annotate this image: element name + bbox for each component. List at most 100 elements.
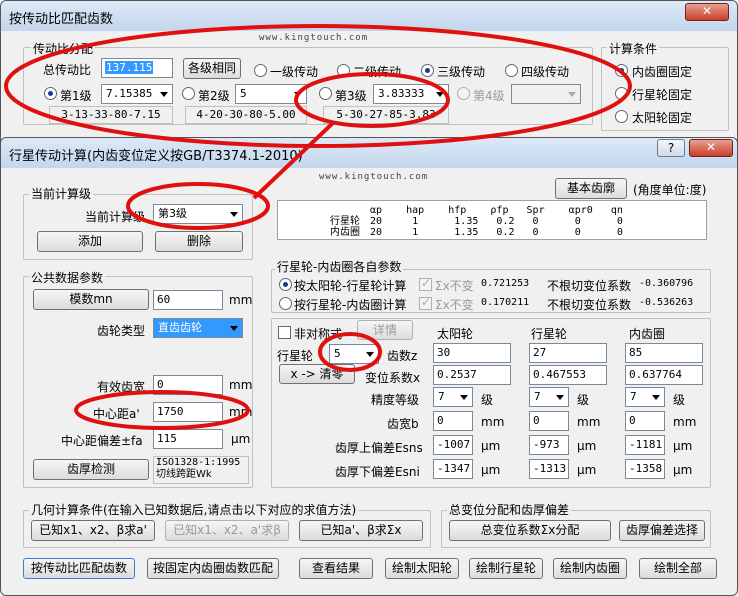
stage1-label: 第1级 xyxy=(60,89,92,103)
ratio-match-title: 按传动比匹配齿数 xyxy=(9,12,114,27)
help-icon[interactable]: ? xyxy=(657,139,685,157)
radio-stage-2[interactable] xyxy=(337,64,350,77)
sun-fixed-radio[interactable] xyxy=(615,110,628,123)
stage1-radio[interactable] xyxy=(44,87,57,100)
radio-stage-4[interactable] xyxy=(505,64,518,77)
match-by-ring-button[interactable]: 按固定内齿圈齿数匹配 xyxy=(147,558,279,579)
sun-esni-input[interactable]: -1347 xyxy=(433,459,473,479)
basic-rack-button[interactable]: 基本齿廓 xyxy=(555,178,627,199)
stage2-radio[interactable] xyxy=(182,87,195,100)
draw-all-button[interactable]: 绘制全部 xyxy=(639,558,717,579)
rack-param-row-values: 20 1 1.35 0.2 0 0 0 xyxy=(370,216,623,227)
sun-esns-unit: μm xyxy=(481,439,501,453)
ring-shift-input[interactable]: 0.637764 xyxy=(625,365,703,385)
stage2-teeth-combo: 4-20-30-80-5.00 xyxy=(185,106,307,124)
stage4-label: 第4级 xyxy=(473,89,505,103)
face-width-unit: mm xyxy=(229,378,253,392)
ring-esns-input[interactable]: -1181 xyxy=(625,435,665,455)
shift-opt1-label: 按太阳轮-行星轮计算 xyxy=(294,279,407,293)
shift-opt1-radio[interactable] xyxy=(279,278,292,291)
total-ratio-input[interactable]: 137.115 xyxy=(101,58,173,78)
planet-face-unit: mm xyxy=(577,415,601,429)
planet-esns-input[interactable]: -973 xyxy=(529,435,569,455)
stage1-ratio-combo[interactable]: 7.15385 xyxy=(101,84,173,104)
shift-group-title: 行星轮-内齿圈各自参数 xyxy=(275,258,404,275)
planetary-calc-window: 行星传动计算(内齿变位定义按GB/T3374.1-2010) ? ✕ www.k… xyxy=(0,137,738,596)
undercut1-label: 不根切变位系数 xyxy=(547,279,632,293)
ring-esns-unit: μm xyxy=(673,439,693,453)
total-shift-button[interactable]: 总变位系数Σx分配 xyxy=(449,520,611,541)
ring-esni-unit: μm xyxy=(673,463,693,477)
planet-shift-input[interactable]: 0.467553 xyxy=(529,365,607,385)
stage2-ratio-combo[interactable]: 5 xyxy=(235,84,307,104)
sun-esns-input[interactable]: -1007 xyxy=(433,435,473,455)
sun-grade-combo[interactable]: 7 xyxy=(433,387,473,407)
planet-esni-unit: μm xyxy=(577,463,597,477)
calc-condition-title: 计算条件 xyxy=(607,40,660,57)
asymmetric-checkbox[interactable] xyxy=(278,326,291,339)
asymmetric-label: 非对称式 xyxy=(294,327,343,341)
stage1-teeth-combo: 3-13-33-80-7.15 xyxy=(49,106,173,124)
current-stage-combo[interactable]: 第3级 xyxy=(153,204,243,224)
rack-param-table: αp hap hfp ρfp Spr αpr0 qn 行星轮 20 1 1.35… xyxy=(277,200,707,240)
sun-shift-input[interactable]: 0.2537 xyxy=(433,365,511,385)
sun-grade-unit: 级 xyxy=(481,393,494,407)
draw-ring-button[interactable]: 绘制内齿圈 xyxy=(553,558,627,579)
shift-coef-label: 变位系数x xyxy=(365,371,421,385)
face-width-input[interactable]: 0 xyxy=(153,375,223,395)
stage4-ratio-combo xyxy=(511,84,581,104)
sun-teeth-input[interactable]: 30 xyxy=(433,343,511,363)
gear-type-combo[interactable]: 直齿齿轮 xyxy=(153,318,243,338)
current-stage-group-title: 当前计算级 xyxy=(29,185,94,202)
planet-grade-combo[interactable]: 7 xyxy=(529,387,569,407)
close-icon[interactable]: ✕ xyxy=(685,3,729,21)
shift-opt2-label: 按行星轮-内齿圈计算 xyxy=(294,298,407,312)
module-button[interactable]: 模数mn xyxy=(33,289,149,310)
planet-count-label: 行星轮 xyxy=(277,349,314,363)
angle-unit: (角度单位:度) xyxy=(633,183,707,197)
stage3-label: 第3级 xyxy=(335,89,367,103)
ring-grade-combo[interactable]: 7 xyxy=(625,387,665,407)
planet-count-combo[interactable]: 5 xyxy=(329,344,379,364)
geo-solve-a-button[interactable]: 已知x1、x2、β求a' xyxy=(31,520,155,541)
view-results-button[interactable]: 查看结果 xyxy=(299,558,373,579)
cd-tolerance-input[interactable]: 115 xyxy=(153,429,223,449)
sun-face-input[interactable]: 0 xyxy=(433,411,473,431)
center-distance-input[interactable]: 1750 xyxy=(153,402,223,422)
teeth-label: 齿数z xyxy=(387,349,418,363)
module-input[interactable]: 60 xyxy=(153,290,223,310)
clear-x-button[interactable]: x -> 清零 xyxy=(279,364,355,384)
col-sun: 太阳轮 xyxy=(437,327,474,341)
geometry-group-title: 几何计算条件(在输入已知数据后,请点击以下对应的求值方法) xyxy=(29,501,359,518)
rack-param-row-name: 行星轮 xyxy=(330,216,360,227)
close-icon[interactable]: ✕ xyxy=(689,139,733,157)
rack-param-row-values: 20 1 1.35 0.2 0 0 0 xyxy=(370,227,623,238)
planet-teeth-input[interactable]: 27 xyxy=(529,343,607,363)
planet-face-input[interactable]: 0 xyxy=(529,411,569,431)
match-by-ratio-button[interactable]: 按传动比匹配齿数 xyxy=(23,558,135,579)
geo-solve-sigma-button[interactable]: 已知a'、β求Σx xyxy=(299,520,423,541)
shift-opt2-radio[interactable] xyxy=(279,297,292,310)
add-button[interactable]: 添加 xyxy=(37,231,143,252)
tooth-check-info: ISO1328-1:1995 切线跨距Wk xyxy=(153,456,249,484)
radio-stage-1[interactable] xyxy=(254,64,267,77)
stage3-ratio-combo[interactable]: 3.83333 xyxy=(373,84,449,104)
tooth-check-button[interactable]: 齿厚检测 xyxy=(33,459,149,480)
planet-esni-input[interactable]: -1313 xyxy=(529,459,569,479)
draw-planet-button[interactable]: 绘制行星轮 xyxy=(469,558,543,579)
stage3-radio[interactable] xyxy=(319,87,332,100)
planet-fixed-radio[interactable] xyxy=(615,87,628,100)
stage3-teeth-combo: 5-30-27-85-3.83 xyxy=(323,106,449,124)
thickness-dev-button[interactable]: 齿厚偏差选择 xyxy=(619,520,705,541)
ring-teeth-input[interactable]: 85 xyxy=(625,343,703,363)
draw-sun-button[interactable]: 绘制太阳轮 xyxy=(385,558,459,579)
sun-fixed-label: 太阳轮固定 xyxy=(632,111,693,125)
ring-esni-input[interactable]: -1358 xyxy=(625,459,665,479)
delete-button[interactable]: 删除 xyxy=(155,231,243,252)
watermark-url: www.kingtouch.com xyxy=(259,33,369,43)
sun-face-unit: mm xyxy=(481,415,505,429)
ring-face-input[interactable]: 0 xyxy=(625,411,665,431)
radio-stage-3[interactable] xyxy=(421,64,434,77)
same-stage-button[interactable]: 各级相同 xyxy=(183,58,241,79)
ring-fixed-radio[interactable] xyxy=(615,64,628,77)
